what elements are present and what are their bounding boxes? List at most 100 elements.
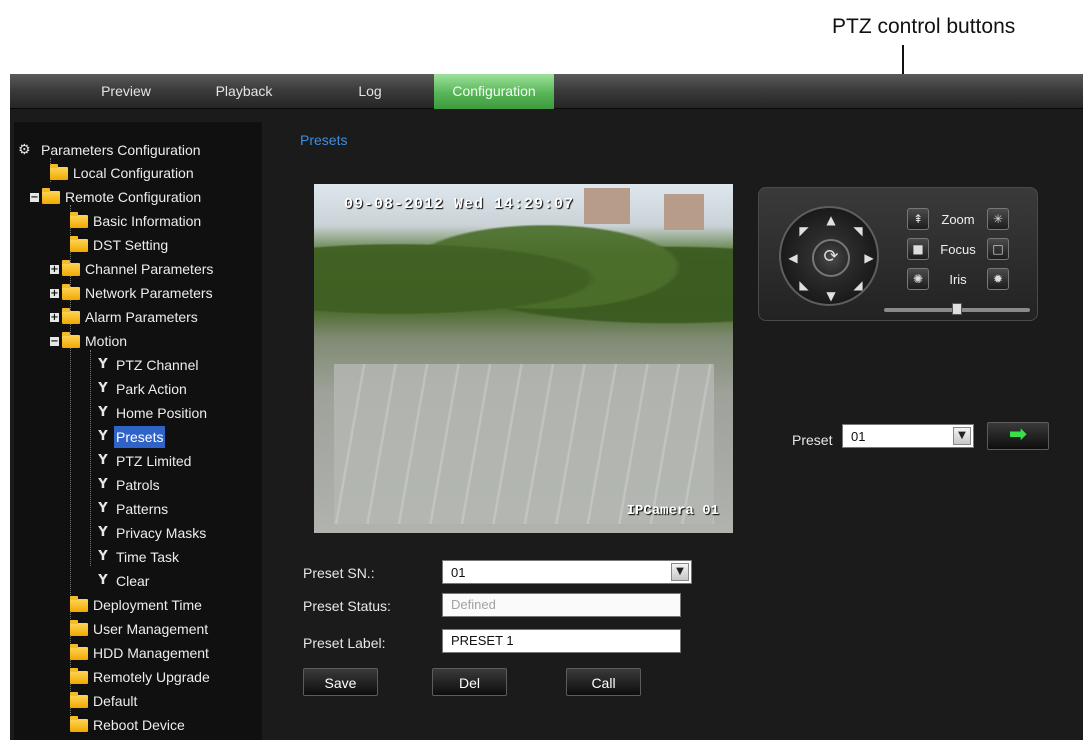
tab-configuration[interactable]: Configuration <box>434 74 554 109</box>
tree-item-clear[interactable]: Y Clear <box>96 570 151 592</box>
tree-item-alarm-parameters[interactable]: + Alarm Parameters <box>50 306 200 328</box>
focus-label: Focus <box>940 242 976 257</box>
tree-item-label: Home Position <box>116 405 208 421</box>
tree-item-privacy-masks[interactable]: Y Privacy Masks <box>96 522 208 544</box>
folder-icon <box>70 211 88 228</box>
zoom-out-icon[interactable]: ✳ <box>987 208 1009 230</box>
right-arrow-icon[interactable]: ▶ <box>860 249 878 267</box>
iris-close-icon[interactable]: ✹ <box>987 268 1009 290</box>
expand-icon[interactable]: + <box>50 312 59 322</box>
direction-pad: ▲ ▼ ◀ ▶ ◤ ◥ ◣ ◢ ⟳ <box>779 206 879 306</box>
preset-label-field[interactable]: PRESET 1 <box>442 629 681 653</box>
focus-far-icon[interactable]: □ <box>987 238 1009 260</box>
tree-item-label: Time Task <box>116 549 180 565</box>
left-arrow-icon[interactable]: ◀ <box>784 249 802 267</box>
tree-item-network-parameters[interactable]: + Network Parameters <box>50 282 215 304</box>
tree-item-local-configuration[interactable]: Local Configuration <box>50 162 196 184</box>
down-left-arrow-icon[interactable]: ◣ <box>795 276 813 294</box>
ptz-preset-select[interactable]: 01 ▼ <box>842 424 974 448</box>
ptz-preset-value: 01 <box>851 429 866 444</box>
page-title: Presets <box>300 132 348 148</box>
folder-icon <box>62 307 80 324</box>
chevron-down-icon[interactable]: ▼ <box>953 427 971 445</box>
tree-item-label: Channel Parameters <box>85 261 214 277</box>
tree-item-presets[interactable]: Y Presets <box>96 426 166 448</box>
tree-root[interactable]: ⚙ Parameters Configuration <box>18 139 203 161</box>
chevron-down-icon[interactable]: ▼ <box>671 563 689 581</box>
speed-slider[interactable] <box>884 303 1030 315</box>
preset-sn-select[interactable]: 01 ▼ <box>442 560 692 584</box>
tree-item-reboot-device[interactable]: Reboot Device <box>70 714 187 736</box>
collapse-icon[interactable]: − <box>30 192 39 202</box>
tree-item-channel-parameters[interactable]: + Channel Parameters <box>50 258 215 280</box>
folder-icon <box>62 259 80 276</box>
expand-icon[interactable]: + <box>50 264 59 274</box>
ptz-panel: ▲ ▼ ◀ ▶ ◤ ◥ ◣ ◢ ⟳ ⇞ Zoom ✳ ■ Focus □ ✺ I… <box>758 187 1038 321</box>
tree-item-patrols[interactable]: Y Patrols <box>96 474 162 496</box>
folder-icon <box>70 619 88 636</box>
tree-item-label: HDD Management <box>93 645 209 661</box>
tree-item-ptz-limited[interactable]: Y PTZ Limited <box>96 450 193 472</box>
tab-log[interactable]: Log <box>332 74 408 109</box>
tree-item-label: Deployment Time <box>93 597 202 613</box>
tab-preview[interactable]: Preview <box>88 74 164 109</box>
tree-item-dst-setting[interactable]: DST Setting <box>70 234 170 256</box>
tree-item-ptz-channel[interactable]: Y PTZ Channel <box>96 354 200 376</box>
down-right-arrow-icon[interactable]: ◢ <box>849 276 867 294</box>
down-arrow-icon[interactable]: ▼ <box>822 287 840 305</box>
zoom-in-icon[interactable]: ⇞ <box>907 208 929 230</box>
call-button[interactable]: Call <box>566 668 641 696</box>
tree-item-label: Park Action <box>116 381 187 397</box>
folder-icon <box>42 187 60 204</box>
tree-item-motion[interactable]: − Motion <box>50 330 129 352</box>
tree-item-remotely-upgrade[interactable]: Remotely Upgrade <box>70 666 212 688</box>
save-button[interactable]: Save <box>303 668 378 696</box>
iris-open-icon[interactable]: ✺ <box>907 268 929 290</box>
focus-near-icon[interactable]: ■ <box>907 238 929 260</box>
tree-item-label: Network Parameters <box>85 285 213 301</box>
live-video[interactable]: 09-08-2012 Wed 14:29:07 IPCamera 01 <box>314 184 733 533</box>
folder-icon <box>70 235 88 252</box>
wrench-icon: Y <box>98 405 108 420</box>
preset-sn-label: Preset SN.: <box>303 565 375 581</box>
tree-item-user-management[interactable]: User Management <box>70 618 210 640</box>
tree-item-basic-information[interactable]: Basic Information <box>70 210 203 232</box>
speed-slider-thumb[interactable] <box>952 303 962 315</box>
wrench-icon: Y <box>98 429 108 444</box>
tree-item-label: Alarm Parameters <box>85 309 198 325</box>
tree-item-patterns[interactable]: Y Patterns <box>96 498 170 520</box>
tree-item-label: Patrols <box>116 477 160 493</box>
tree-item-label: Reboot Device <box>93 717 185 733</box>
tree-item-time-task[interactable]: Y Time Task <box>96 546 181 568</box>
up-arrow-icon[interactable]: ▲ <box>822 211 840 229</box>
up-left-arrow-icon[interactable]: ◤ <box>795 222 813 240</box>
auto-scan-icon[interactable]: ⟳ <box>812 239 850 277</box>
tree-item-home-position[interactable]: Y Home Position <box>96 402 209 424</box>
up-right-arrow-icon[interactable]: ◥ <box>849 222 867 240</box>
root-config-icon: ⚙ <box>18 142 31 158</box>
folder-icon <box>70 643 88 660</box>
ptz-preset-label: Preset <box>792 432 833 448</box>
collapse-icon[interactable]: − <box>50 336 59 346</box>
del-button[interactable]: Del <box>432 668 507 696</box>
zoom-label: Zoom <box>941 212 975 227</box>
tree-item-park-action[interactable]: Y Park Action <box>96 378 189 400</box>
tree-item-label: Clear <box>116 573 150 589</box>
preset-sn-value: 01 <box>451 565 466 580</box>
tree-item-label: Remote Configuration <box>65 189 202 205</box>
expand-icon[interactable]: + <box>50 288 59 298</box>
arrow-right-icon: ➡ <box>1008 422 1028 447</box>
tree-item-label: Motion <box>85 333 128 349</box>
tree-root-label: Parameters Configuration <box>41 142 201 158</box>
tree-item-remote-configuration[interactable]: − Remote Configuration <box>30 186 203 208</box>
tree-item-default[interactable]: Default <box>70 690 139 712</box>
tree-item-label: Local Configuration <box>73 165 194 181</box>
wrench-icon: Y <box>98 477 108 492</box>
wrench-icon: Y <box>98 453 108 468</box>
go-to-preset-button[interactable]: ➡ <box>987 422 1049 450</box>
tab-playback[interactable]: Playback <box>206 74 282 109</box>
tree-item-deployment-time[interactable]: Deployment Time <box>70 594 204 616</box>
app-window: Preview Playback Log Configuration ⚙ Par… <box>10 74 1083 740</box>
folder-icon <box>70 595 88 612</box>
tree-item-hdd-management[interactable]: HDD Management <box>70 642 211 664</box>
